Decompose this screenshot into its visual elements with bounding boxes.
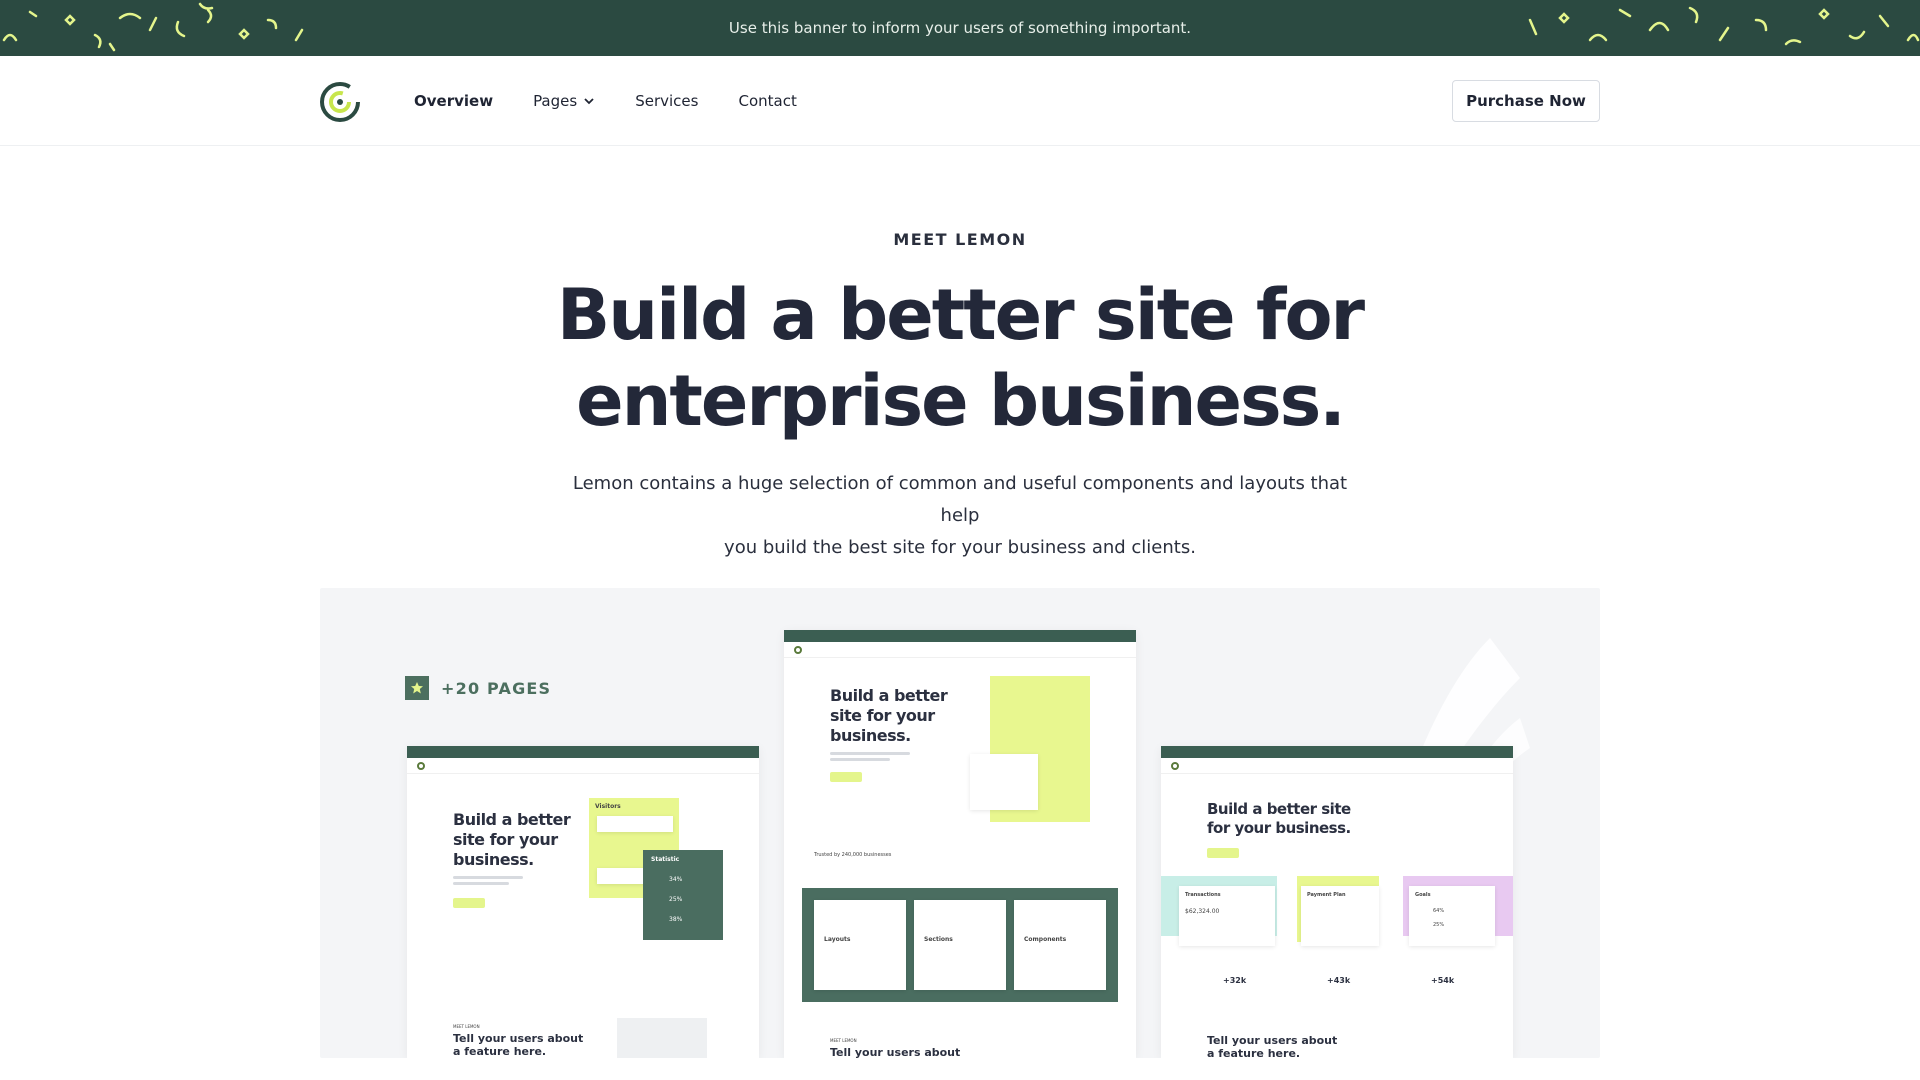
page-preview-left[interactable]: Build a better site for your business. V…: [407, 746, 759, 1058]
mock-visitor-row: [597, 816, 673, 832]
mock-left-title-line2: site for your: [453, 830, 558, 849]
mock-bottom-eyebrow: MEET LEMON: [830, 1038, 857, 1043]
hero-headline-line2: enterprise business.: [576, 360, 1346, 442]
mock-center-title-line1: Build a better: [830, 686, 948, 705]
mock-feature-card-components: Components: [1014, 900, 1106, 990]
mock-portrait-frame: [617, 1018, 707, 1058]
mock-right-bottom-title: Tell your users about a feature here.: [1207, 1034, 1337, 1058]
mock-payment-label: Payment Plan: [1307, 892, 1346, 898]
hero-description-line2: you build the best site for your busines…: [724, 537, 1196, 558]
mock-statistic-card: Statistic 34% 25% 38%: [643, 850, 723, 940]
mock-feature-card-layouts: Layouts: [814, 900, 906, 990]
mock-right-title: Build a better site for your business.: [1207, 800, 1351, 838]
mock-stat-value: +43k: [1327, 976, 1351, 985]
nav-pages-dropdown[interactable]: Pages: [533, 92, 595, 110]
confetti-decoration-right-icon: [1528, 6, 1920, 46]
mock-left-bottom-title-line1: Tell your users about: [453, 1032, 584, 1045]
nav-services-label: Services: [635, 92, 699, 110]
mock-bottom-eyebrow: MEET LEMON: [453, 1024, 480, 1029]
mock-cta-button: [830, 772, 862, 782]
mock-left-title-line3: business.: [453, 850, 534, 869]
hero-description-line1: Lemon contains a huge selection of commo…: [572, 473, 1348, 526]
mock-banner: [407, 746, 759, 758]
mock-visitors-label: Visitors: [595, 803, 621, 810]
hero-description: Lemon contains a huge selection of commo…: [560, 468, 1360, 564]
mock-stat-value: +54k: [1431, 976, 1455, 985]
mock-left-title-line1: Build a better: [453, 810, 571, 829]
mock-goal-value: 64%: [1433, 908, 1445, 914]
mock-nav: [407, 758, 759, 774]
mock-right-bottom-title-line2: a feature here.: [1207, 1047, 1301, 1058]
mock-logo-icon: [1171, 761, 1179, 770]
mock-nav: [1161, 758, 1513, 774]
mock-goal-value: 25%: [1433, 922, 1445, 928]
mock-center-bottom-title: Tell your users about: [830, 1046, 961, 1058]
mock-logo-icon: [417, 761, 425, 770]
page-preview-center[interactable]: Build a better site for your business. T…: [784, 630, 1136, 1058]
mock-right-title-line2: for your business.: [1207, 819, 1351, 837]
mock-goals-label: Goals: [1415, 892, 1431, 898]
mock-payment-card: Payment Plan: [1301, 886, 1379, 946]
mock-stat-value: 34%: [669, 876, 683, 883]
nav-services[interactable]: Services: [635, 92, 698, 110]
mock-transactions-card: Transactions $62,324.00: [1179, 886, 1275, 946]
mock-trusted-text: Trusted by 240,000 businesses: [814, 852, 892, 858]
mock-text-line: [830, 752, 910, 755]
top-navigation: Overview Pages Services Contact Purchase…: [0, 56, 1920, 146]
mock-banner: [1161, 746, 1513, 758]
mock-statistic-label: Statistic: [651, 856, 680, 863]
mock-text-line: [830, 758, 890, 761]
hero-eyebrow: MEET LEMON: [893, 230, 1027, 249]
announcement-banner: Use this banner to inform your users of …: [0, 0, 1920, 56]
mock-transactions-label: Transactions: [1185, 892, 1221, 898]
mock-center-title-line3: business.: [830, 726, 911, 745]
mock-left-title: Build a better site for your business.: [453, 810, 571, 870]
mock-cta-button: [453, 898, 485, 908]
mock-feature-label: Components: [1024, 936, 1067, 943]
mock-logo-icon: [794, 645, 802, 654]
mock-feature-card-sections: Sections: [914, 900, 1006, 990]
nav-pages-label: Pages: [533, 92, 578, 110]
pages-count-badge: +20 PAGES: [405, 676, 551, 700]
mock-feature-label: Sections: [924, 936, 953, 943]
mock-amount: $62,324.00: [1185, 908, 1220, 915]
mock-goals-card: Goals 64% 25%: [1409, 886, 1495, 946]
mock-banner: [784, 630, 1136, 642]
mock-nav: [784, 642, 1136, 658]
mock-feature-label: Layouts: [824, 936, 851, 943]
mock-text-line: [453, 876, 523, 879]
purchase-now-button[interactable]: Purchase Now: [1452, 80, 1600, 122]
mock-stat-value: 38%: [669, 916, 683, 923]
hero-headline: Build a better site for enterprise busin…: [460, 272, 1460, 444]
page-preview-right[interactable]: Build a better site for your business. T…: [1161, 746, 1513, 1058]
mock-cta-button: [1207, 848, 1239, 858]
lemon-logo-icon[interactable]: [318, 80, 362, 124]
mock-left-bottom-title: Tell your users about a feature here.: [453, 1032, 583, 1058]
mock-stat-value: 25%: [669, 896, 683, 903]
pages-count-label: +20 PAGES: [441, 678, 552, 698]
nav-overview[interactable]: Overview: [414, 92, 493, 110]
mock-center-title: Build a better site for your business.: [830, 686, 948, 746]
mock-goal-card: [970, 754, 1038, 810]
mock-right-title-line1: Build a better site: [1207, 800, 1351, 818]
mock-center-title-line2: site for your: [830, 706, 935, 725]
chevron-down-icon: [584, 98, 594, 105]
mock-stat-value: +32k: [1223, 976, 1247, 985]
hero-headline-line1: Build a better site for: [556, 274, 1365, 356]
nav-contact-label: Contact: [738, 92, 797, 110]
star-icon: [405, 676, 429, 700]
mock-text-line: [453, 882, 509, 885]
nav-overview-label: Overview: [414, 92, 494, 110]
nav-contact[interactable]: Contact: [738, 92, 796, 110]
mock-right-bottom-title-line1: Tell your users about: [1207, 1034, 1338, 1047]
mock-left-bottom-title-line2: a feature here.: [453, 1045, 547, 1058]
pages-showcase: +20 PAGES Build a better site for your b…: [320, 588, 1600, 1058]
nav-links: Overview Pages Services Contact: [414, 56, 797, 146]
